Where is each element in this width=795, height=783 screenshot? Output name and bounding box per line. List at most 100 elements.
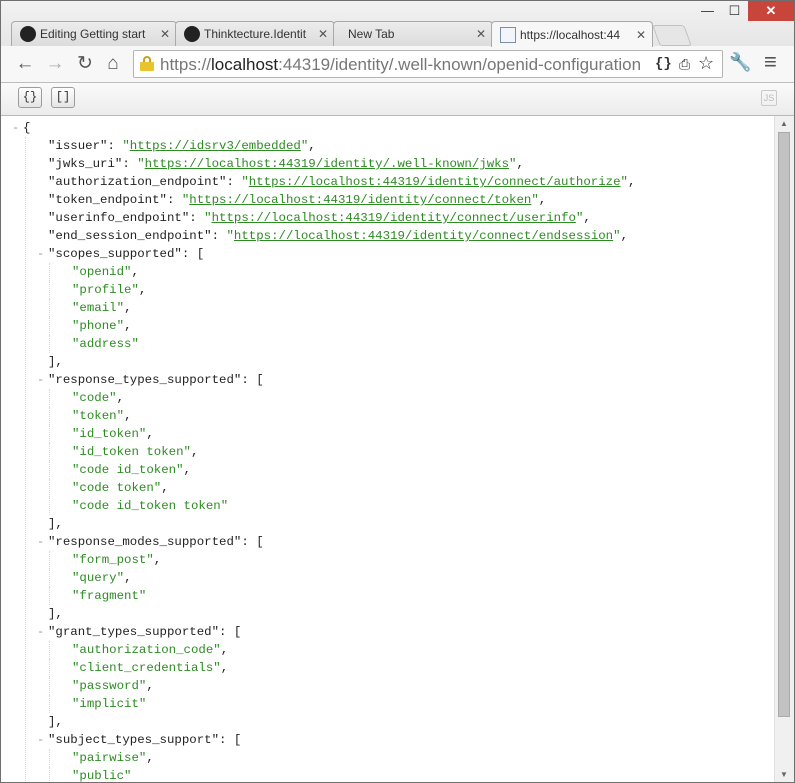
tab-new-tab[interactable]: New Tab ✕ xyxy=(333,21,493,46)
reload-icon[interactable]: ↻ xyxy=(73,52,97,76)
json-string: "public" xyxy=(72,769,132,782)
tab-localhost[interactable]: https://localhost:44 ✕ xyxy=(491,21,653,47)
json-string: "implicit" xyxy=(72,697,147,711)
json-token: , xyxy=(146,751,154,765)
json-url-link[interactable]: https://idsrv3/embedded xyxy=(130,139,301,153)
json-line: "openid", xyxy=(72,263,139,281)
address-bar[interactable]: https://localhost:44319/identity/.well-k… xyxy=(133,50,723,78)
indent-guide xyxy=(49,335,50,353)
collapse-objects-button[interactable]: {} xyxy=(18,87,42,108)
scroll-up-arrow-icon[interactable]: ▲ xyxy=(780,119,788,128)
vertical-scrollbar[interactable]: ▲ ▼ xyxy=(774,116,794,782)
home-icon[interactable]: ⌂ xyxy=(101,52,125,76)
close-tab-icon[interactable]: ✕ xyxy=(474,27,488,41)
indent-guide xyxy=(49,767,50,782)
json-viewer-toolbar: {} [] JS xyxy=(1,83,794,116)
json-token: , xyxy=(183,463,191,477)
json-line: "client_credentials", xyxy=(72,659,228,677)
indent-guide xyxy=(49,461,50,479)
indent-guide xyxy=(49,677,50,695)
tab-editing-getting-started[interactable]: Editing Getting start ✕ xyxy=(11,21,177,46)
json-line: "email", xyxy=(72,299,132,317)
collapse-toggle[interactable]: - xyxy=(37,245,47,263)
json-line: "address" xyxy=(72,335,139,353)
close-tab-icon[interactable]: ✕ xyxy=(634,28,648,42)
back-arrow-icon[interactable]: ← xyxy=(13,52,37,76)
json-line: "authorization_endpoint": "https://local… xyxy=(48,173,635,191)
menu-icon[interactable]: ≡ xyxy=(764,49,777,75)
json-token: , xyxy=(627,175,636,189)
json-token: , xyxy=(116,391,125,405)
json-token: , xyxy=(153,553,162,567)
json-line: "code", xyxy=(72,389,124,407)
wrench-icon[interactable]: 🔧 xyxy=(729,52,751,73)
document-icon xyxy=(500,26,516,43)
collapse-arrays-button[interactable]: [] xyxy=(51,87,75,108)
json-url-link[interactable]: https://localhost:44319/identity/connect… xyxy=(234,229,613,243)
json-token: , xyxy=(161,481,169,495)
new-tab-button[interactable] xyxy=(652,25,692,46)
close-tab-icon[interactable]: ✕ xyxy=(316,27,330,41)
json-line: ], xyxy=(48,515,63,533)
indent-guide xyxy=(49,587,50,605)
json-line: { xyxy=(23,119,30,137)
page-action-icon[interactable]: ⎙ xyxy=(679,56,690,73)
json-line: "token", xyxy=(72,407,132,425)
url-text[interactable]: https://localhost:44319/identity/.well-k… xyxy=(160,55,641,75)
close-tab-icon[interactable]: ✕ xyxy=(158,27,172,41)
bookmark-star-icon[interactable]: ☆ xyxy=(698,53,714,74)
json-token: , xyxy=(124,571,132,585)
json-line: ], xyxy=(48,353,63,371)
scrollbar-thumb[interactable] xyxy=(778,132,790,717)
json-url-link[interactable]: https://localhost:44319/identity/connect… xyxy=(189,193,531,207)
json-url-link[interactable]: https://localhost:44319/identity/.well-k… xyxy=(145,157,509,171)
json-line: "implicit" xyxy=(72,695,146,713)
json-line: "response_types_supported": [ xyxy=(48,371,264,389)
json-url-link[interactable]: https://localhost:44319/identity/connect… xyxy=(212,211,576,225)
collapse-toggle[interactable]: - xyxy=(37,623,47,641)
url-host: localhost xyxy=(211,55,279,74)
json-string: "openid" xyxy=(72,265,132,279)
json-token: ], xyxy=(48,355,63,369)
json-token: "grant_types_supported": [ xyxy=(48,625,242,639)
window-controls: — ☐ ✕ xyxy=(694,1,794,21)
minimize-button[interactable]: — xyxy=(694,1,721,21)
json-token: , xyxy=(131,265,139,279)
indent-guide xyxy=(49,497,50,515)
indent-guide xyxy=(49,695,50,713)
indent-guide xyxy=(49,641,50,659)
json-line: "token_endpoint": "https://localhost:443… xyxy=(48,191,546,209)
json-view-icon[interactable]: {} xyxy=(655,56,672,72)
json-token: ], xyxy=(48,607,63,621)
json-line: ], xyxy=(48,605,63,623)
lock-warning-icon[interactable] xyxy=(140,56,154,71)
collapse-toggle[interactable]: - xyxy=(37,731,47,749)
collapse-toggle[interactable]: - xyxy=(37,533,47,551)
browser-window: Editing Getting start ✕ Thinktecture.Ide… xyxy=(0,0,795,783)
json-token: "response_types_supported": [ xyxy=(48,373,264,387)
json-string: "pairwise" xyxy=(72,751,147,765)
json-token: , xyxy=(146,679,154,693)
json-token: "token_endpoint": xyxy=(48,193,182,207)
json-string: "phone" xyxy=(72,319,125,333)
collapse-toggle[interactable]: - xyxy=(12,119,22,137)
json-url-link[interactable]: https://localhost:44319/identity/connect… xyxy=(249,175,621,189)
maximize-button[interactable]: ☐ xyxy=(721,1,748,21)
json-viewer-logo-icon: JS xyxy=(761,90,777,106)
json-string: " xyxy=(531,193,539,207)
json-token: , xyxy=(620,229,628,243)
json-string: "profile" xyxy=(72,283,139,297)
tab-thinktecture[interactable]: Thinktecture.Identit ✕ xyxy=(175,21,335,46)
json-token: , xyxy=(146,427,154,441)
browser-toolbar: ← → ↻ ⌂ https://localhost:44319/identity… xyxy=(1,46,794,83)
json-token: , xyxy=(220,643,229,657)
forward-arrow-icon[interactable]: → xyxy=(43,52,67,76)
collapse-toggle[interactable]: - xyxy=(37,371,47,389)
json-line: "password", xyxy=(72,677,154,695)
close-window-button[interactable]: ✕ xyxy=(748,1,794,21)
indent-guide xyxy=(49,479,50,497)
json-token: , xyxy=(583,211,591,225)
indent-guide xyxy=(49,407,50,425)
json-string: "address" xyxy=(72,337,139,351)
scroll-down-arrow-icon[interactable]: ▼ xyxy=(780,770,788,779)
